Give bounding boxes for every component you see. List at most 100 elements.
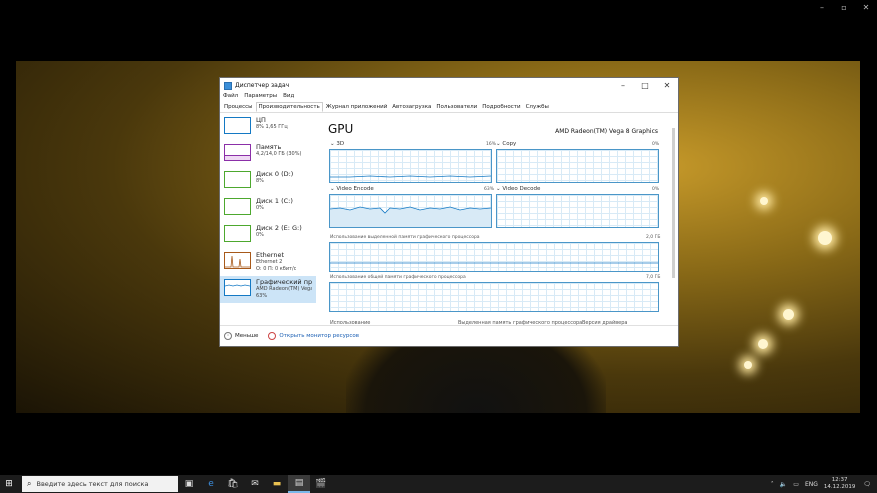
notification-icon[interactable]: 🗨 bbox=[863, 481, 871, 488]
window-title: Диспетчер задач bbox=[235, 82, 290, 89]
clock[interactable]: 12:37 14.12.2019 bbox=[824, 477, 856, 491]
engine-name: Video Decode bbox=[502, 186, 541, 192]
disk-thumbnail bbox=[224, 225, 251, 242]
scrollbar-thumb[interactable] bbox=[672, 128, 675, 278]
sidebar-item-detail: Ethernet 2 bbox=[256, 259, 283, 265]
dedicated-memory-label: Использование выделенной памяти графичес… bbox=[330, 235, 480, 240]
engine-label-video-encode[interactable]: ⌄ Video Encode bbox=[330, 186, 374, 192]
shared-memory-value: 7,0 ГБ bbox=[646, 275, 661, 280]
graph-dedicated-memory bbox=[329, 242, 659, 272]
tray-chevron-icon[interactable]: ˄ bbox=[771, 481, 774, 488]
sidebar-item-detail: 8% 1,65 ГГц bbox=[256, 124, 288, 130]
close-button[interactable]: ✕ bbox=[656, 81, 678, 90]
player-restore-icon[interactable]: ▫ bbox=[833, 0, 855, 14]
tab-startup[interactable]: Автозагрузка bbox=[390, 102, 433, 112]
task-manager-taskbar-icon[interactable]: ▤ bbox=[288, 475, 310, 493]
engine-name: 3D bbox=[336, 141, 345, 147]
fewer-details-label: Меньше bbox=[235, 333, 259, 339]
tab-processes[interactable]: Процессы bbox=[222, 102, 255, 112]
tab-bar: Процессы Производительность Журнал прило… bbox=[220, 102, 678, 113]
player-minimize-icon[interactable]: – bbox=[811, 0, 833, 14]
sidebar-item-detail: 0% bbox=[256, 232, 264, 238]
menu-view[interactable]: Вид bbox=[283, 93, 294, 102]
search-icon: ⌕ bbox=[27, 479, 32, 488]
engine-label-video-decode[interactable]: ⌄ Video Decode bbox=[496, 186, 540, 192]
sidebar-item-cpu[interactable]: ЦП 8% 1,65 ГГц bbox=[220, 114, 316, 141]
mail-icon[interactable]: ✉ bbox=[244, 475, 266, 493]
file-explorer-icon[interactable]: ▬ bbox=[266, 475, 288, 493]
sidebar-item-gpu[interactable]: Графический про AMD Radeon(TM) Vega 63% bbox=[220, 276, 316, 303]
fewer-details-button[interactable]: ˄ Меньше bbox=[224, 332, 258, 340]
tab-users[interactable]: Пользователи bbox=[434, 102, 479, 112]
ethernet-thumbnail bbox=[224, 252, 251, 269]
engine-name: Copy bbox=[502, 141, 517, 147]
open-resource-monitor-link[interactable]: Открыть монитор ресурсов bbox=[268, 332, 359, 340]
title-bar: Диспетчер задач – □ ✕ bbox=[220, 78, 678, 93]
sidebar-item-memory[interactable]: Память 4,2/14,0 ГБ (30%) bbox=[220, 141, 316, 168]
sidebar-item-disk0[interactable]: Диск 0 (D:) 8% bbox=[220, 168, 316, 195]
disk-thumbnail bbox=[224, 198, 251, 215]
gpu-device-name: AMD Radeon(TM) Vega 8 Graphics bbox=[555, 128, 658, 135]
video-player-icon[interactable]: 🎬 bbox=[310, 475, 332, 493]
minimize-button[interactable]: – bbox=[612, 81, 634, 90]
cpu-thumbnail bbox=[224, 117, 251, 134]
sidebar-item-disk1[interactable]: Диск 1 (C:) 0% bbox=[220, 195, 316, 222]
graph-shared-memory bbox=[329, 282, 659, 312]
menu-file[interactable]: Файл bbox=[223, 93, 238, 102]
task-view-icon[interactable]: ▣ bbox=[178, 475, 200, 493]
taskbar-search[interactable]: ⌕ Введите здесь текст для поиска bbox=[22, 476, 178, 492]
disk-thumbnail bbox=[224, 171, 251, 188]
volume-icon[interactable]: 🔈 bbox=[780, 481, 787, 488]
engine-name: Video Encode bbox=[336, 186, 374, 192]
edge-icon[interactable]: e bbox=[200, 475, 222, 493]
sidebar-item-extra: О: 0 П: 0 кбит/с bbox=[256, 266, 297, 272]
player-window-controls: – ▫ ✕ bbox=[811, 0, 877, 14]
maximize-button[interactable]: □ bbox=[634, 81, 656, 90]
sidebar-item-ethernet[interactable]: Ethernet Ethernet 2 О: 0 П: 0 кбит/с bbox=[220, 249, 316, 276]
start-button[interactable]: ⊞ bbox=[0, 475, 18, 493]
chevron-up-icon: ˄ bbox=[224, 332, 232, 340]
menu-options[interactable]: Параметры bbox=[244, 93, 277, 102]
resource-sidebar: ЦП 8% 1,65 ГГц Память 4,2/14,0 ГБ (30%) Ди… bbox=[220, 114, 316, 318]
tab-app-history[interactable]: Журнал приложений bbox=[324, 102, 390, 112]
tab-performance[interactable]: Производительность bbox=[255, 102, 323, 112]
lamp-light bbox=[758, 339, 768, 349]
memory-thumbnail bbox=[224, 144, 251, 161]
resource-monitor-label: Открыть монитор ресурсов bbox=[279, 333, 360, 339]
engine-percent-copy: 0% bbox=[652, 142, 660, 147]
tab-services[interactable]: Службы bbox=[524, 102, 551, 112]
sidebar-item-detail: 4,2/14,0 ГБ (30%) bbox=[256, 151, 302, 157]
engine-label-3d[interactable]: ⌄ 3D bbox=[330, 141, 344, 147]
vertical-scrollbar[interactable] bbox=[671, 118, 676, 326]
sidebar-item-name: Память bbox=[256, 144, 282, 151]
lamp-light bbox=[818, 231, 832, 245]
taskbar: ⊞ ⌕ Введите здесь текст для поиска ▣ e 🛍… bbox=[0, 475, 877, 493]
task-manager-window: Диспетчер задач – □ ✕ Файл Параметры Вид… bbox=[219, 77, 679, 347]
sidebar-item-name: ЦП bbox=[256, 117, 266, 124]
tab-details[interactable]: Подробности bbox=[480, 102, 522, 112]
player-close-icon[interactable]: ✕ bbox=[855, 0, 877, 14]
engine-label-copy[interactable]: ⌄ Copy bbox=[496, 141, 516, 147]
clock-time: 12:37 bbox=[831, 477, 848, 483]
graph-video-encode bbox=[329, 194, 492, 228]
store-icon[interactable]: 🛍 bbox=[222, 475, 244, 493]
engine-percent-video-encode: 63% bbox=[484, 187, 495, 192]
sidebar-item-detail: AMD Radeon(TM) Vega bbox=[256, 286, 312, 292]
sidebar-item-detail: 8% bbox=[256, 178, 264, 184]
menu-bar: Файл Параметры Вид bbox=[220, 93, 678, 102]
gpu-thumbnail bbox=[224, 279, 251, 296]
resource-monitor-icon bbox=[268, 332, 277, 340]
search-placeholder: Введите здесь текст для поиска bbox=[36, 480, 149, 488]
dedicated-memory-value: 2,0 ГБ bbox=[646, 235, 661, 240]
sidebar-item-detail: 0% bbox=[256, 205, 264, 211]
graph-video-decode bbox=[496, 194, 659, 228]
sidebar-item-disk2[interactable]: Диск 2 (E: G:) 0% bbox=[220, 222, 316, 249]
sidebar-item-name: Диск 2 (E: G:) bbox=[256, 225, 302, 232]
footer-bar: ˄ Меньше Открыть монитор ресурсов bbox=[220, 325, 678, 346]
engine-percent-video-decode: 0% bbox=[652, 187, 660, 192]
language-indicator[interactable]: ENG bbox=[805, 481, 818, 488]
network-icon[interactable]: ▭ bbox=[793, 481, 799, 488]
page-title: GPU bbox=[328, 122, 354, 136]
lamp-light bbox=[783, 309, 794, 320]
windows-logo-icon: ⊞ bbox=[5, 479, 13, 489]
